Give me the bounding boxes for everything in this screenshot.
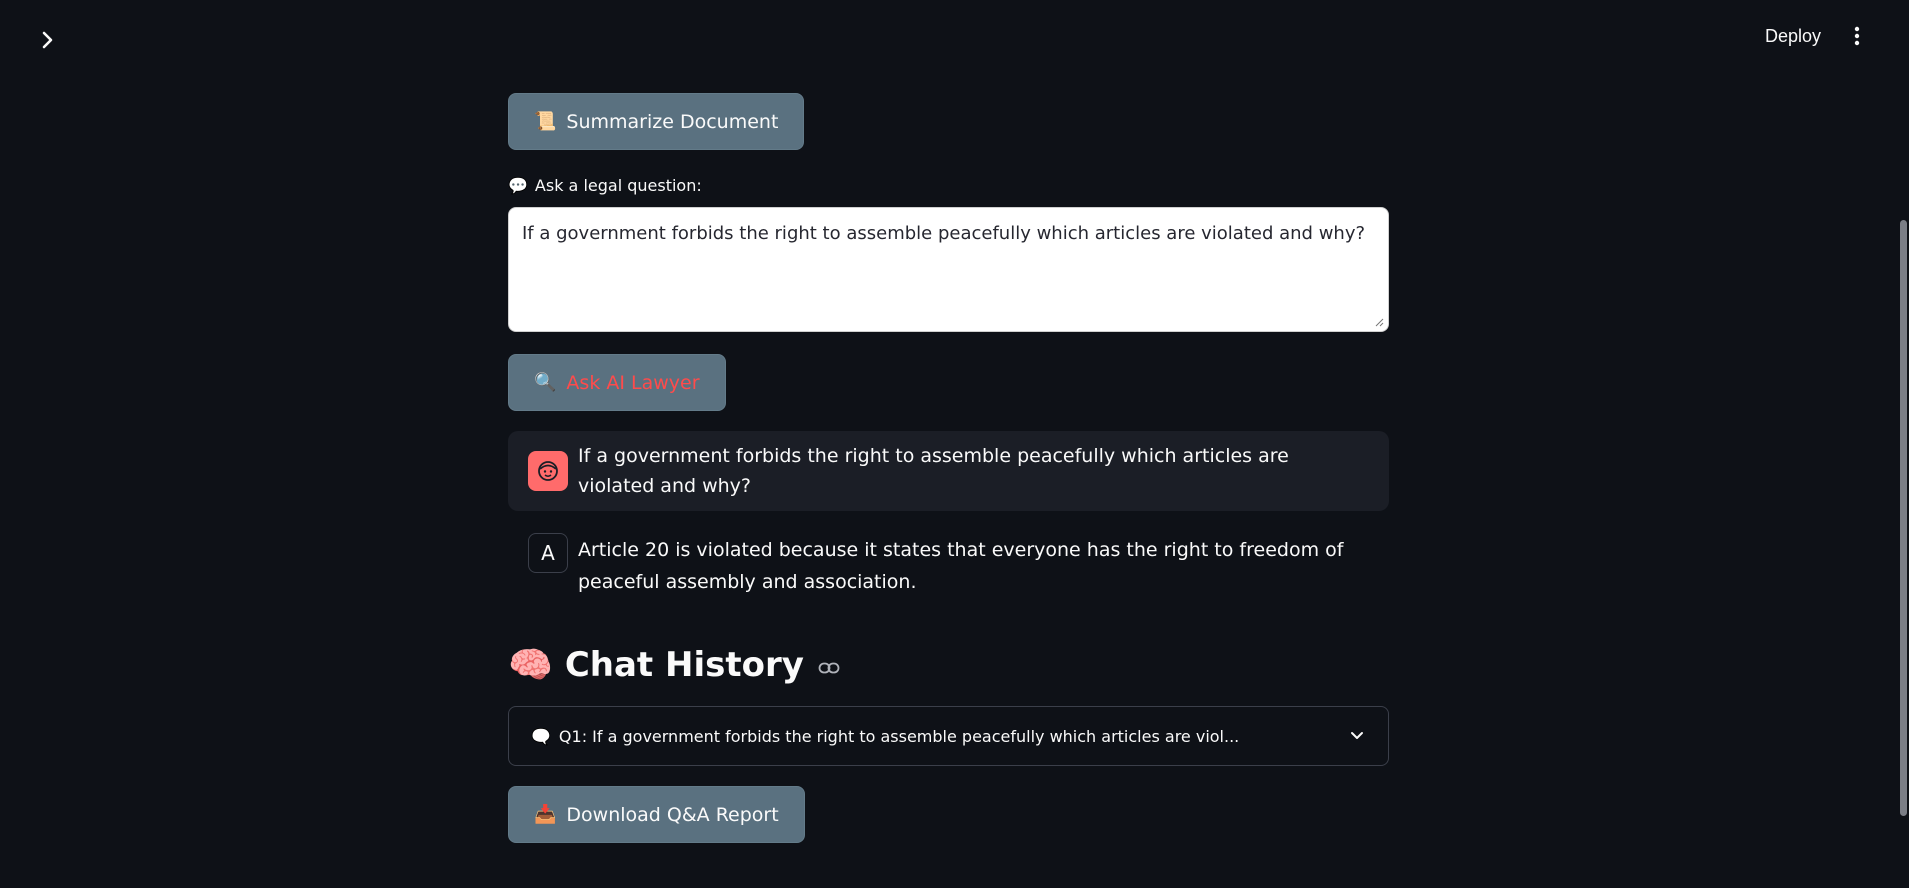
question-textarea-value: If a government forbids the right to ass…	[522, 223, 1366, 244]
user-avatar	[528, 451, 568, 491]
question-label: 💬 Ask a legal question:	[508, 176, 1389, 195]
chevron-right-icon	[42, 31, 53, 49]
assistant-message-text: Article 20 is violated because it states…	[578, 539, 1344, 593]
header-toolbar: Deploy	[1765, 22, 1869, 50]
speech-bubble-icon: 🗨️	[531, 726, 551, 746]
chat-history-title: Chat History	[564, 645, 804, 685]
chat-history-heading: 🧠 Chat History	[508, 644, 1389, 686]
resize-handle-icon[interactable]	[1374, 317, 1384, 327]
main-menu-button[interactable]	[1845, 22, 1869, 50]
scroll-icon: 📜	[534, 111, 557, 132]
download-report-label: Download Q&A Report	[566, 803, 779, 826]
brain-icon: 🧠	[508, 645, 553, 686]
history-expander-q1[interactable]: 🗨️ Q1: If a government forbids the right…	[508, 706, 1389, 766]
link-icon[interactable]	[818, 661, 840, 675]
chat-message-user: If a government forbids the right to ass…	[508, 431, 1389, 511]
app-root: Deploy 📜 Summarize Document 💬 Ask a lega…	[0, 0, 1909, 888]
summarize-document-button[interactable]: 📜 Summarize Document	[508, 93, 805, 150]
summarize-document-label: Summarize Document	[566, 110, 779, 133]
sidebar-toggle-button[interactable]	[36, 28, 60, 52]
ask-ai-lawyer-button[interactable]: 🔍 Ask AI Lawyer	[508, 354, 726, 411]
question-textarea[interactable]: If a government forbids the right to ass…	[508, 207, 1389, 332]
download-report-button[interactable]: 📥 Download Q&A Report	[508, 786, 805, 843]
speech-bubble-icon: 💬	[508, 176, 528, 195]
assistant-avatar: A	[528, 533, 568, 573]
main-content: 📜 Summarize Document 💬 Ask a legal quest…	[508, 93, 1389, 843]
history-item-label: Q1: If a government forbids the right to…	[558, 726, 1240, 746]
face-icon	[538, 461, 558, 481]
chat-message-assistant: A Article 20 is violated because it stat…	[508, 533, 1389, 598]
inbox-tray-icon: 📥	[534, 804, 557, 825]
user-message-text: If a government forbids the right to ass…	[578, 444, 1289, 497]
scrollbar-thumb[interactable]	[1900, 220, 1907, 816]
vertical-dots-icon	[1854, 26, 1860, 46]
page-scrollbar[interactable]	[1897, 0, 1909, 888]
question-label-text: Ask a legal question:	[534, 176, 702, 195]
chevron-down-icon	[1351, 732, 1363, 739]
ask-ai-lawyer-label: Ask AI Lawyer	[566, 371, 700, 394]
magnifier-icon: 🔍	[534, 372, 557, 393]
deploy-button[interactable]: Deploy	[1765, 26, 1821, 47]
history-expander-header: 🗨️ Q1: If a government forbids the right…	[531, 727, 1239, 746]
